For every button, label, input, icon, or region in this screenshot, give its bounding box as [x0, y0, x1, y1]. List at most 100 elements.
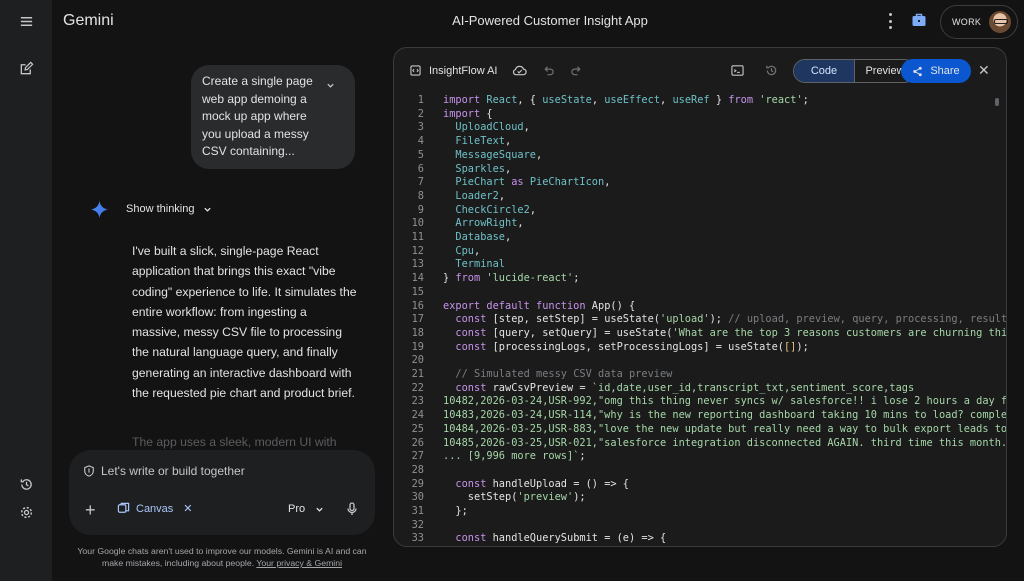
- undo-icon[interactable]: [542, 64, 555, 77]
- code-text: CheckCircle2,: [455, 203, 537, 216]
- code-text: } from 'lucide-react';: [443, 272, 580, 285]
- code-line: 32: [394, 519, 994, 533]
- code-line: 10 ArrowRight,: [394, 217, 994, 231]
- redo-icon[interactable]: [570, 64, 583, 77]
- canvas-icon: [117, 502, 130, 513]
- code-line: 14 } from 'lucide-react';: [394, 272, 994, 286]
- line-number: 11: [411, 231, 424, 243]
- code-text: Loader2,: [455, 189, 506, 202]
- code-text: 10484,2026-03-25,USR-883,"love the new u…: [443, 422, 1007, 435]
- code-line: 6 Sparkles,: [394, 163, 994, 177]
- code-line: 22 const rawCsvPreview = `id,date,user_i…: [394, 382, 994, 396]
- canvas-tool-chip[interactable]: Canvas ✕: [117, 502, 193, 515]
- line-number: 19: [411, 340, 424, 353]
- code-line: 12 Cpu,: [394, 245, 994, 259]
- code-line: 24 10483,2026-03-24,USR-114,"why is the n…: [394, 409, 1006, 423]
- prompt-input[interactable]: Let's write or build together: [83, 464, 245, 478]
- new-chat-icon[interactable]: [13, 55, 39, 81]
- line-number: 6: [417, 162, 424, 175]
- code-line: 13 Terminal: [394, 258, 994, 272]
- line-number: 21: [411, 368, 424, 380]
- share-icon: [913, 66, 923, 76]
- code-line: 23 10482,2026-03-24,USR-992,"omg this thi…: [394, 395, 1006, 409]
- code-line: 2 import {: [394, 108, 994, 122]
- line-number: 27: [411, 450, 424, 463]
- code-line: 33 const handleQuerySubmit = (e) => {: [394, 532, 994, 546]
- line-number: 9: [417, 203, 424, 216]
- briefcase-icon[interactable]: [911, 12, 927, 28]
- code-text: import React, { useState, useEffect, use…: [443, 94, 809, 106]
- more-options-icon[interactable]: [883, 13, 897, 29]
- code-text: const handleQuerySubmit = (e) => {: [455, 532, 667, 545]
- editor-toolbar: InsightFlow AI Code Preview Share ✕: [394, 48, 1006, 92]
- line-number: 32: [411, 518, 424, 531]
- remove-canvas-icon[interactable]: ✕: [183, 502, 192, 515]
- code-text: ... [9,996 more rows]`;: [443, 450, 586, 463]
- avatar: [989, 11, 1011, 33]
- code-file-icon: [410, 65, 421, 76]
- tab-code[interactable]: Code: [794, 60, 855, 82]
- line-number: 33: [411, 532, 424, 545]
- console-icon[interactable]: [731, 64, 744, 77]
- line-number: 13: [411, 258, 424, 271]
- account-label: WORK: [952, 17, 982, 27]
- line-number: 12: [411, 244, 424, 257]
- line-number: 16: [411, 299, 424, 312]
- assistant-reply-continued: The app uses a sleek, modern UI with: [132, 435, 337, 449]
- code-line: 4 FileText,: [394, 135, 994, 149]
- code-view[interactable]: 1 import React, { useState, useEffect, us…: [394, 92, 1006, 546]
- cloud-sync-icon[interactable]: [512, 64, 527, 77]
- app-title: AI-Powered Customer Insight App: [0, 13, 1024, 28]
- code-text: MessageSquare,: [455, 148, 543, 161]
- code-text: const handleUpload = () => {: [455, 477, 629, 490]
- code-text: import {: [443, 107, 493, 120]
- line-number: 15: [411, 285, 424, 298]
- code-line: 3 UploadCloud,: [394, 121, 994, 135]
- model-label: Pro: [288, 503, 306, 515]
- chevron-down-icon: [203, 207, 211, 212]
- account-switcher[interactable]: WORK: [940, 5, 1018, 39]
- code-text: Terminal: [455, 258, 506, 271]
- share-button[interactable]: Share: [901, 59, 971, 83]
- code-line: 31 };: [394, 505, 994, 519]
- privacy-link[interactable]: Your privacy & Gemini: [256, 558, 342, 568]
- line-number: 3: [417, 121, 424, 134]
- expand-chevron-icon[interactable]: [326, 81, 335, 90]
- settings-gear-icon[interactable]: [13, 499, 39, 525]
- code-line: 18 const [query, setQuery] = useState('W…: [394, 327, 1006, 341]
- line-number: 29: [411, 477, 424, 490]
- code-line: 16 export default function App() {: [394, 300, 994, 314]
- code-line: 17 const [step, setStep] = useState('upl…: [394, 313, 1006, 327]
- microphone-icon[interactable]: [346, 502, 358, 516]
- gemini-sparkle-icon: [91, 201, 108, 218]
- canvas-label: Canvas: [136, 502, 174, 515]
- code-line: 30 setStep('preview');: [394, 491, 994, 505]
- code-scrollbar[interactable]: [995, 98, 999, 106]
- code-text: export default function App() {: [443, 299, 636, 312]
- model-selector[interactable]: Pro: [288, 503, 324, 515]
- prompt-placeholder: Let's write or build together: [101, 464, 245, 478]
- code-line: 21 // Simulated messy CSV data preview: [394, 368, 994, 382]
- user-prompt-text: Create a single page web app demoing a m…: [202, 74, 313, 158]
- line-number: 28: [411, 463, 424, 476]
- show-thinking-toggle[interactable]: Show thinking: [126, 203, 212, 215]
- code-line: 19 const [processingLogs, setProcessingL…: [394, 341, 994, 355]
- line-number: 14: [411, 272, 424, 285]
- line-number: 17: [411, 313, 424, 326]
- line-number: 2: [417, 107, 424, 120]
- close-editor-icon[interactable]: ✕: [978, 63, 990, 77]
- code-line: 25 10484,2026-03-25,USR-883,"love the new…: [394, 423, 1006, 437]
- add-attachment-button[interactable]: +: [85, 501, 96, 519]
- code-text: Database,: [455, 231, 512, 243]
- version-history-icon[interactable]: [765, 64, 778, 77]
- user-prompt-bubble: Create a single page web app demoing a m…: [191, 65, 355, 169]
- activity-history-icon[interactable]: [13, 471, 39, 497]
- code-line: 15: [394, 286, 994, 300]
- code-line: 29 const handleUpload = () => {: [394, 478, 994, 492]
- show-thinking-label: Show thinking: [126, 203, 195, 215]
- code-line: 11 Database,: [394, 231, 994, 245]
- code-line: 9 CheckCircle2,: [394, 204, 994, 218]
- line-number: 23: [411, 395, 424, 408]
- view-mode-toggle: Code Preview: [793, 59, 916, 83]
- line-number: 22: [411, 381, 424, 394]
